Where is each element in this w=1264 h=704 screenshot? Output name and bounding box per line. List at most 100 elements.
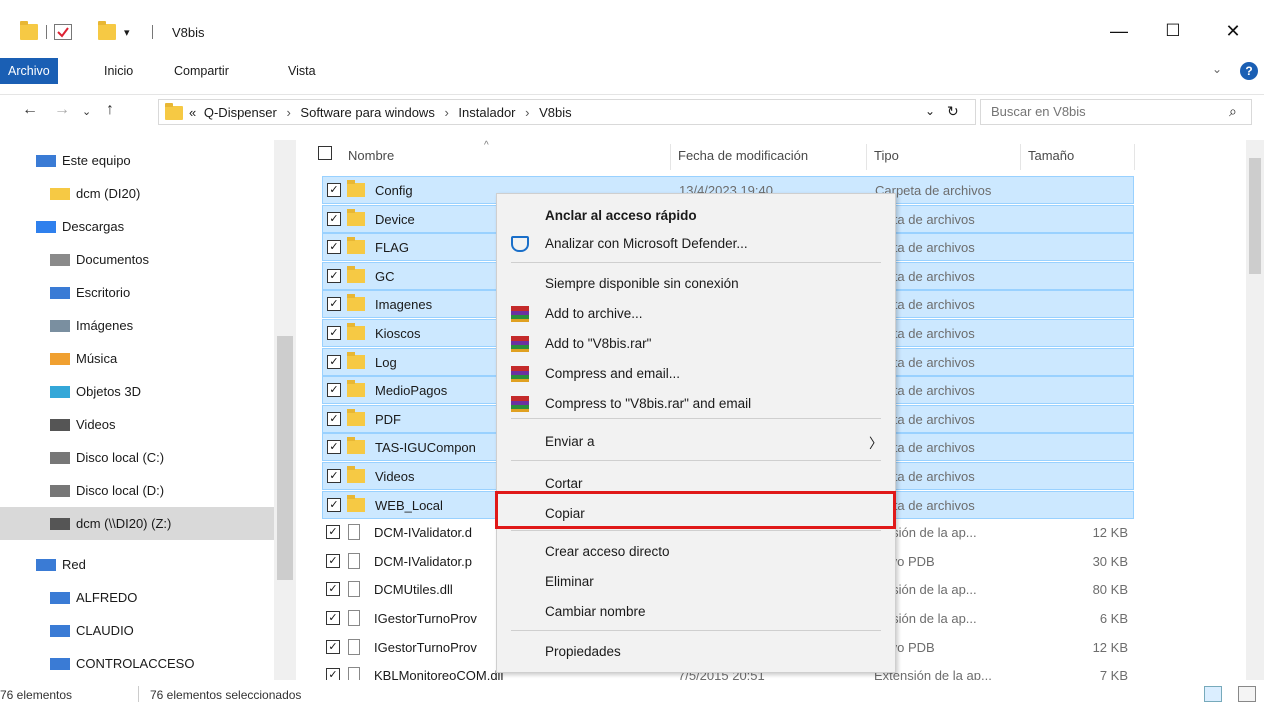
menu-item[interactable]: Crear acceso directo [497,538,895,566]
menu-item[interactable]: Propiedades [497,638,895,666]
file-name: PDF [375,411,401,427]
breadcrumb-overflow[interactable]: « [189,105,196,120]
row-checkbox[interactable]: ✓ [326,611,340,625]
column-header-size[interactable]: Tamaño [1028,144,1074,168]
3d-objects-icon [50,385,70,398]
row-checkbox[interactable]: ✓ [326,639,340,654]
new-folder-icon[interactable] [98,21,116,40]
file-size: 30 KB [1092,553,1128,569]
breadcrumb-item[interactable]: Q-Dispenser [204,105,277,120]
row-checkbox[interactable]: ✓ [327,354,341,369]
help-icon[interactable]: ? [1240,62,1258,80]
maximize-button[interactable]: ☐ [1150,16,1196,46]
column-divider[interactable] [1020,144,1021,170]
sidebar-item[interactable]: Videos [0,408,274,441]
sidebar-item[interactable]: Objetos 3D [0,375,274,408]
select-all-checkbox[interactable] [318,146,332,160]
menu-item[interactable]: Analizar con Microsoft Defender... [497,230,895,258]
row-checkbox[interactable]: ✓ [327,211,341,226]
menu-item[interactable]: Eliminar [497,568,895,596]
row-checkbox[interactable]: ✓ [327,268,341,283]
row-checkbox[interactable]: ✓ [327,240,341,255]
sidebar-item[interactable]: Red [0,548,274,581]
column-header-date[interactable]: Fecha de modificación [678,144,808,168]
breadcrumb-item[interactable]: Software para windows [300,105,434,120]
sidebar-item[interactable]: Imágenes [0,309,274,342]
sidebar-scroll-thumb[interactable] [277,336,293,580]
row-checkbox[interactable]: ✓ [326,668,340,680]
sidebar-item[interactable]: Descargas [0,210,274,243]
column-divider[interactable] [866,144,867,170]
desktop-icon [50,286,70,299]
menu-item[interactable]: Add to archive... [497,300,895,328]
up-icon[interactable]: ↑ [106,101,114,119]
row-checkbox[interactable]: ✓ [327,497,341,512]
breadcrumb-item[interactable]: Instalador [458,105,515,120]
sidebar-item[interactable]: dcm (DI20) [0,177,274,210]
large-icons-view-icon[interactable] [1238,686,1256,702]
file-name: Imagenes [375,297,433,313]
sidebar-item[interactable]: Disco local (D:) [0,474,274,507]
sidebar-item[interactable]: Documentos [0,243,274,276]
details-view-icon[interactable] [1204,686,1222,702]
row-checkbox[interactable]: ✓ [327,183,341,197]
tab-compartir[interactable]: Compartir [166,58,237,84]
breadcrumb-separator-icon[interactable]: › [280,105,296,120]
sidebar-item[interactable]: ALFREDO [0,581,274,614]
row-checkbox[interactable]: ✓ [326,525,340,540]
row-checkbox[interactable]: ✓ [326,553,340,568]
sidebar-item[interactable]: Música [0,342,274,375]
sidebar-item[interactable]: Este equipo [0,144,274,177]
folder-icon [165,103,183,120]
column-divider[interactable] [670,144,671,170]
sidebar-item[interactable]: CLAUDIO [0,614,274,647]
row-checkbox[interactable]: ✓ [327,469,341,483]
column-divider[interactable] [1134,144,1135,170]
tab-archivo[interactable]: Archivo [0,58,58,84]
row-checkbox[interactable]: ✓ [327,297,341,312]
close-button[interactable]: ✕ [1210,16,1256,46]
menu-item[interactable]: Cambiar nombre [497,598,895,626]
row-checkbox[interactable]: ✓ [327,383,341,398]
menu-item[interactable]: Enviar a 〉 [497,428,895,456]
ribbon-expand-icon[interactable]: ⌄ [1212,62,1222,76]
sidebar-item[interactable]: CONTROLACCESO [0,647,274,680]
row-checkbox[interactable]: ✓ [326,582,340,597]
menu-item[interactable]: Add to "V8bis.rar" [497,330,895,358]
file-list-scrollbar[interactable] [1246,140,1264,680]
breadcrumb-separator-icon[interactable]: › [519,105,535,120]
sidebar-scrollbar[interactable] [274,140,296,680]
refresh-icon[interactable]: ↻ [947,103,959,120]
sidebar-item[interactable]: Escritorio [0,276,274,309]
minimize-button[interactable]: — [1096,16,1142,46]
file-list-scroll-thumb[interactable] [1249,158,1261,274]
sidebar-item[interactable]: dcm (\\DI20) (Z:) [0,507,274,540]
menu-item[interactable]: Anclar al acceso rápido [497,202,895,230]
row-checkbox[interactable]: ✓ [327,440,341,455]
column-header-type[interactable]: Tipo [874,144,899,168]
search-icon[interactable]: ⌕ [1229,103,1237,120]
quick-access-dropdown-icon[interactable]: ▾ [124,26,130,39]
menu-item[interactable]: Compress to "V8bis.rar" and email [497,390,895,418]
sidebar-item[interactable]: Disco local (C:) [0,441,274,474]
recent-locations-icon[interactable]: ⌄ [82,105,91,118]
forward-icon[interactable]: → [54,101,70,119]
sidebar-item-label: Red [62,557,86,572]
search-input[interactable] [991,104,1211,119]
tab-vista[interactable]: Vista [280,58,324,84]
back-icon[interactable]: ← [22,101,38,119]
menu-item[interactable]: Siempre disponible sin conexión [497,270,895,298]
row-checkbox[interactable]: ✓ [327,411,341,426]
address-dropdown-icon[interactable]: ⌄ [925,104,935,118]
breadcrumb-item[interactable]: V8bis [539,105,572,120]
column-header-name[interactable]: Nombre [348,144,394,168]
properties-checkmark-icon[interactable] [54,24,72,40]
menu-item[interactable]: Compress and email... [497,360,895,388]
folder-icon [347,208,365,226]
search-box[interactable]: ⌕ [980,99,1252,125]
row-checkbox[interactable]: ✓ [327,326,341,340]
breadcrumb-separator-icon[interactable]: › [438,105,454,120]
tab-inicio[interactable]: Inicio [96,58,141,84]
address-bar[interactable]: « Q-Dispenser › Software para windows › … [158,99,976,125]
sidebar-item-label: Música [76,351,118,366]
